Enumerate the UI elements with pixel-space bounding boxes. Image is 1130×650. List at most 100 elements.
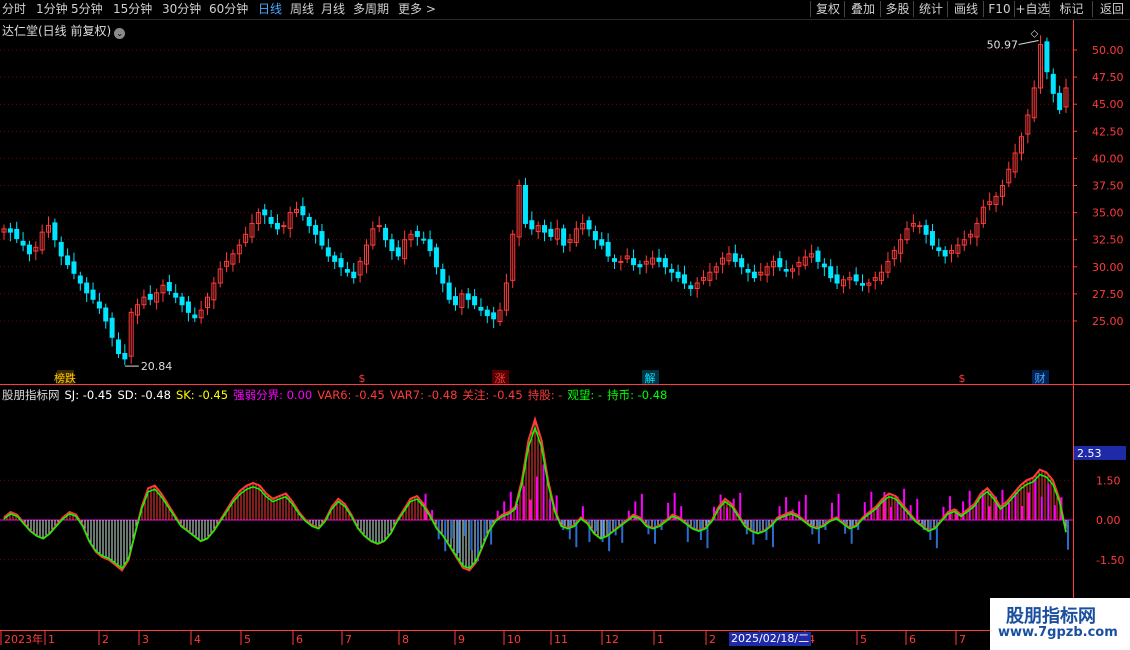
time-label-8: 8 bbox=[402, 633, 409, 646]
indicator-value-8: 观望: - bbox=[567, 388, 603, 402]
candle-body bbox=[592, 231, 598, 241]
candle-body bbox=[478, 306, 484, 311]
candle-body bbox=[338, 258, 344, 268]
candle-body bbox=[745, 269, 751, 273]
high-pointer bbox=[1018, 39, 1039, 45]
indicator-name: 股朋指标网 bbox=[2, 388, 60, 402]
candle-body bbox=[815, 250, 821, 262]
price-tick-label-3: 32.50 bbox=[1092, 234, 1124, 247]
candle-body bbox=[71, 261, 77, 274]
candle-body bbox=[484, 309, 490, 317]
indicator-value-9: 持币: -0.48 bbox=[607, 388, 668, 402]
candle-body bbox=[300, 206, 306, 216]
candle-body bbox=[325, 247, 331, 257]
candle-body bbox=[942, 250, 948, 257]
indicator-value-2: SK: -0.45 bbox=[175, 388, 229, 402]
candle-body bbox=[52, 222, 58, 241]
time-label-18: 6 bbox=[909, 633, 916, 646]
candle-body bbox=[376, 225, 382, 228]
candle-body bbox=[777, 258, 783, 268]
time-label-2: 2 bbox=[102, 633, 109, 646]
candle-body bbox=[605, 241, 611, 257]
candle-body bbox=[103, 307, 109, 322]
candle-body bbox=[751, 271, 757, 279]
chart-canvas[interactable]: 25.0027.5030.0032.5035.0037.5040.0042.50… bbox=[0, 0, 1130, 650]
price-tick-label-6: 40.00 bbox=[1092, 152, 1124, 165]
candle-body bbox=[561, 228, 567, 246]
candle-body bbox=[185, 301, 191, 313]
candle-body bbox=[26, 244, 32, 255]
candle-body bbox=[1057, 92, 1063, 111]
candle-body bbox=[173, 292, 179, 298]
current-value-label: 2.53 bbox=[1077, 447, 1102, 460]
candle-body bbox=[440, 269, 446, 284]
candle-body bbox=[522, 185, 528, 224]
time-label-17: 5 bbox=[860, 633, 867, 646]
candle-body bbox=[147, 293, 153, 300]
time-label-0: 2023年 bbox=[4, 632, 43, 646]
candle-body bbox=[1050, 73, 1056, 94]
indicator-value-4: VAR6: -0.45 bbox=[317, 388, 385, 402]
event-marker-2: 涨 bbox=[495, 372, 506, 385]
indicator-value-6: 关注: -0.45 bbox=[462, 388, 523, 402]
candle-body bbox=[669, 269, 675, 273]
candle-body bbox=[618, 260, 624, 263]
price-tick-label-0: 25.00 bbox=[1092, 315, 1124, 328]
event-marker-5: 财 bbox=[1035, 371, 1046, 385]
event-marker-4: $ bbox=[959, 372, 966, 385]
candle-body bbox=[433, 247, 439, 268]
candle-body bbox=[688, 285, 694, 289]
indicator-value-0: SJ: -0.45 bbox=[64, 388, 113, 402]
candle-body bbox=[96, 301, 102, 309]
price-tick-label-10: 50.00 bbox=[1092, 44, 1124, 57]
low-label: 20.84 bbox=[141, 360, 173, 373]
time-label-4: 4 bbox=[194, 633, 201, 646]
candle-body bbox=[453, 296, 459, 306]
candle-body bbox=[179, 296, 185, 306]
time-label-5: 5 bbox=[244, 633, 251, 646]
indicator-tick-label-1: 0.00 bbox=[1096, 514, 1121, 527]
candle-body bbox=[739, 258, 745, 268]
time-label-12: 12 bbox=[605, 633, 619, 646]
event-marker-1: $ bbox=[359, 372, 366, 385]
candle-body bbox=[281, 225, 287, 228]
candle-body bbox=[853, 274, 859, 282]
high-label: 50.97 bbox=[987, 38, 1019, 51]
price-tick-label-1: 27.50 bbox=[1092, 288, 1124, 301]
candle-body bbox=[675, 271, 681, 279]
time-label-7: 7 bbox=[345, 633, 352, 646]
price-tick-label-9: 47.50 bbox=[1092, 71, 1124, 84]
candle-body bbox=[319, 231, 325, 246]
candle-body bbox=[923, 225, 929, 235]
candle-body bbox=[1044, 41, 1050, 73]
candle-body bbox=[917, 225, 923, 228]
time-label-6: 6 bbox=[296, 633, 303, 646]
candle-body bbox=[783, 269, 789, 272]
candle-body bbox=[929, 231, 935, 246]
time-label-10: 10 bbox=[507, 633, 521, 646]
candle-body bbox=[611, 258, 617, 262]
candle-body bbox=[268, 216, 274, 224]
candle-body bbox=[344, 269, 350, 273]
time-label-1: 1 bbox=[48, 633, 55, 646]
time-label-9: 9 bbox=[458, 633, 465, 646]
candle-body bbox=[313, 225, 319, 235]
indicator-tick-label-0: -1.50 bbox=[1096, 554, 1124, 567]
event-marker-0: 榜跌 bbox=[54, 371, 76, 385]
candle-body bbox=[122, 353, 128, 360]
candle-body bbox=[599, 239, 605, 246]
time-label-19: 7 bbox=[959, 633, 966, 646]
candle-body bbox=[421, 238, 427, 241]
candle-body bbox=[681, 274, 687, 284]
candle-body bbox=[351, 271, 357, 279]
candle-body bbox=[414, 231, 420, 237]
candle-body bbox=[332, 255, 338, 262]
candle-body bbox=[732, 253, 738, 262]
candle-body bbox=[77, 275, 83, 284]
price-tick-label-5: 37.50 bbox=[1092, 180, 1124, 193]
candle-body bbox=[383, 227, 389, 241]
time-label-14: 2 bbox=[709, 633, 716, 646]
time-label-13: 1 bbox=[657, 633, 664, 646]
candle-body bbox=[395, 247, 401, 257]
time-label-3: 3 bbox=[142, 633, 149, 646]
